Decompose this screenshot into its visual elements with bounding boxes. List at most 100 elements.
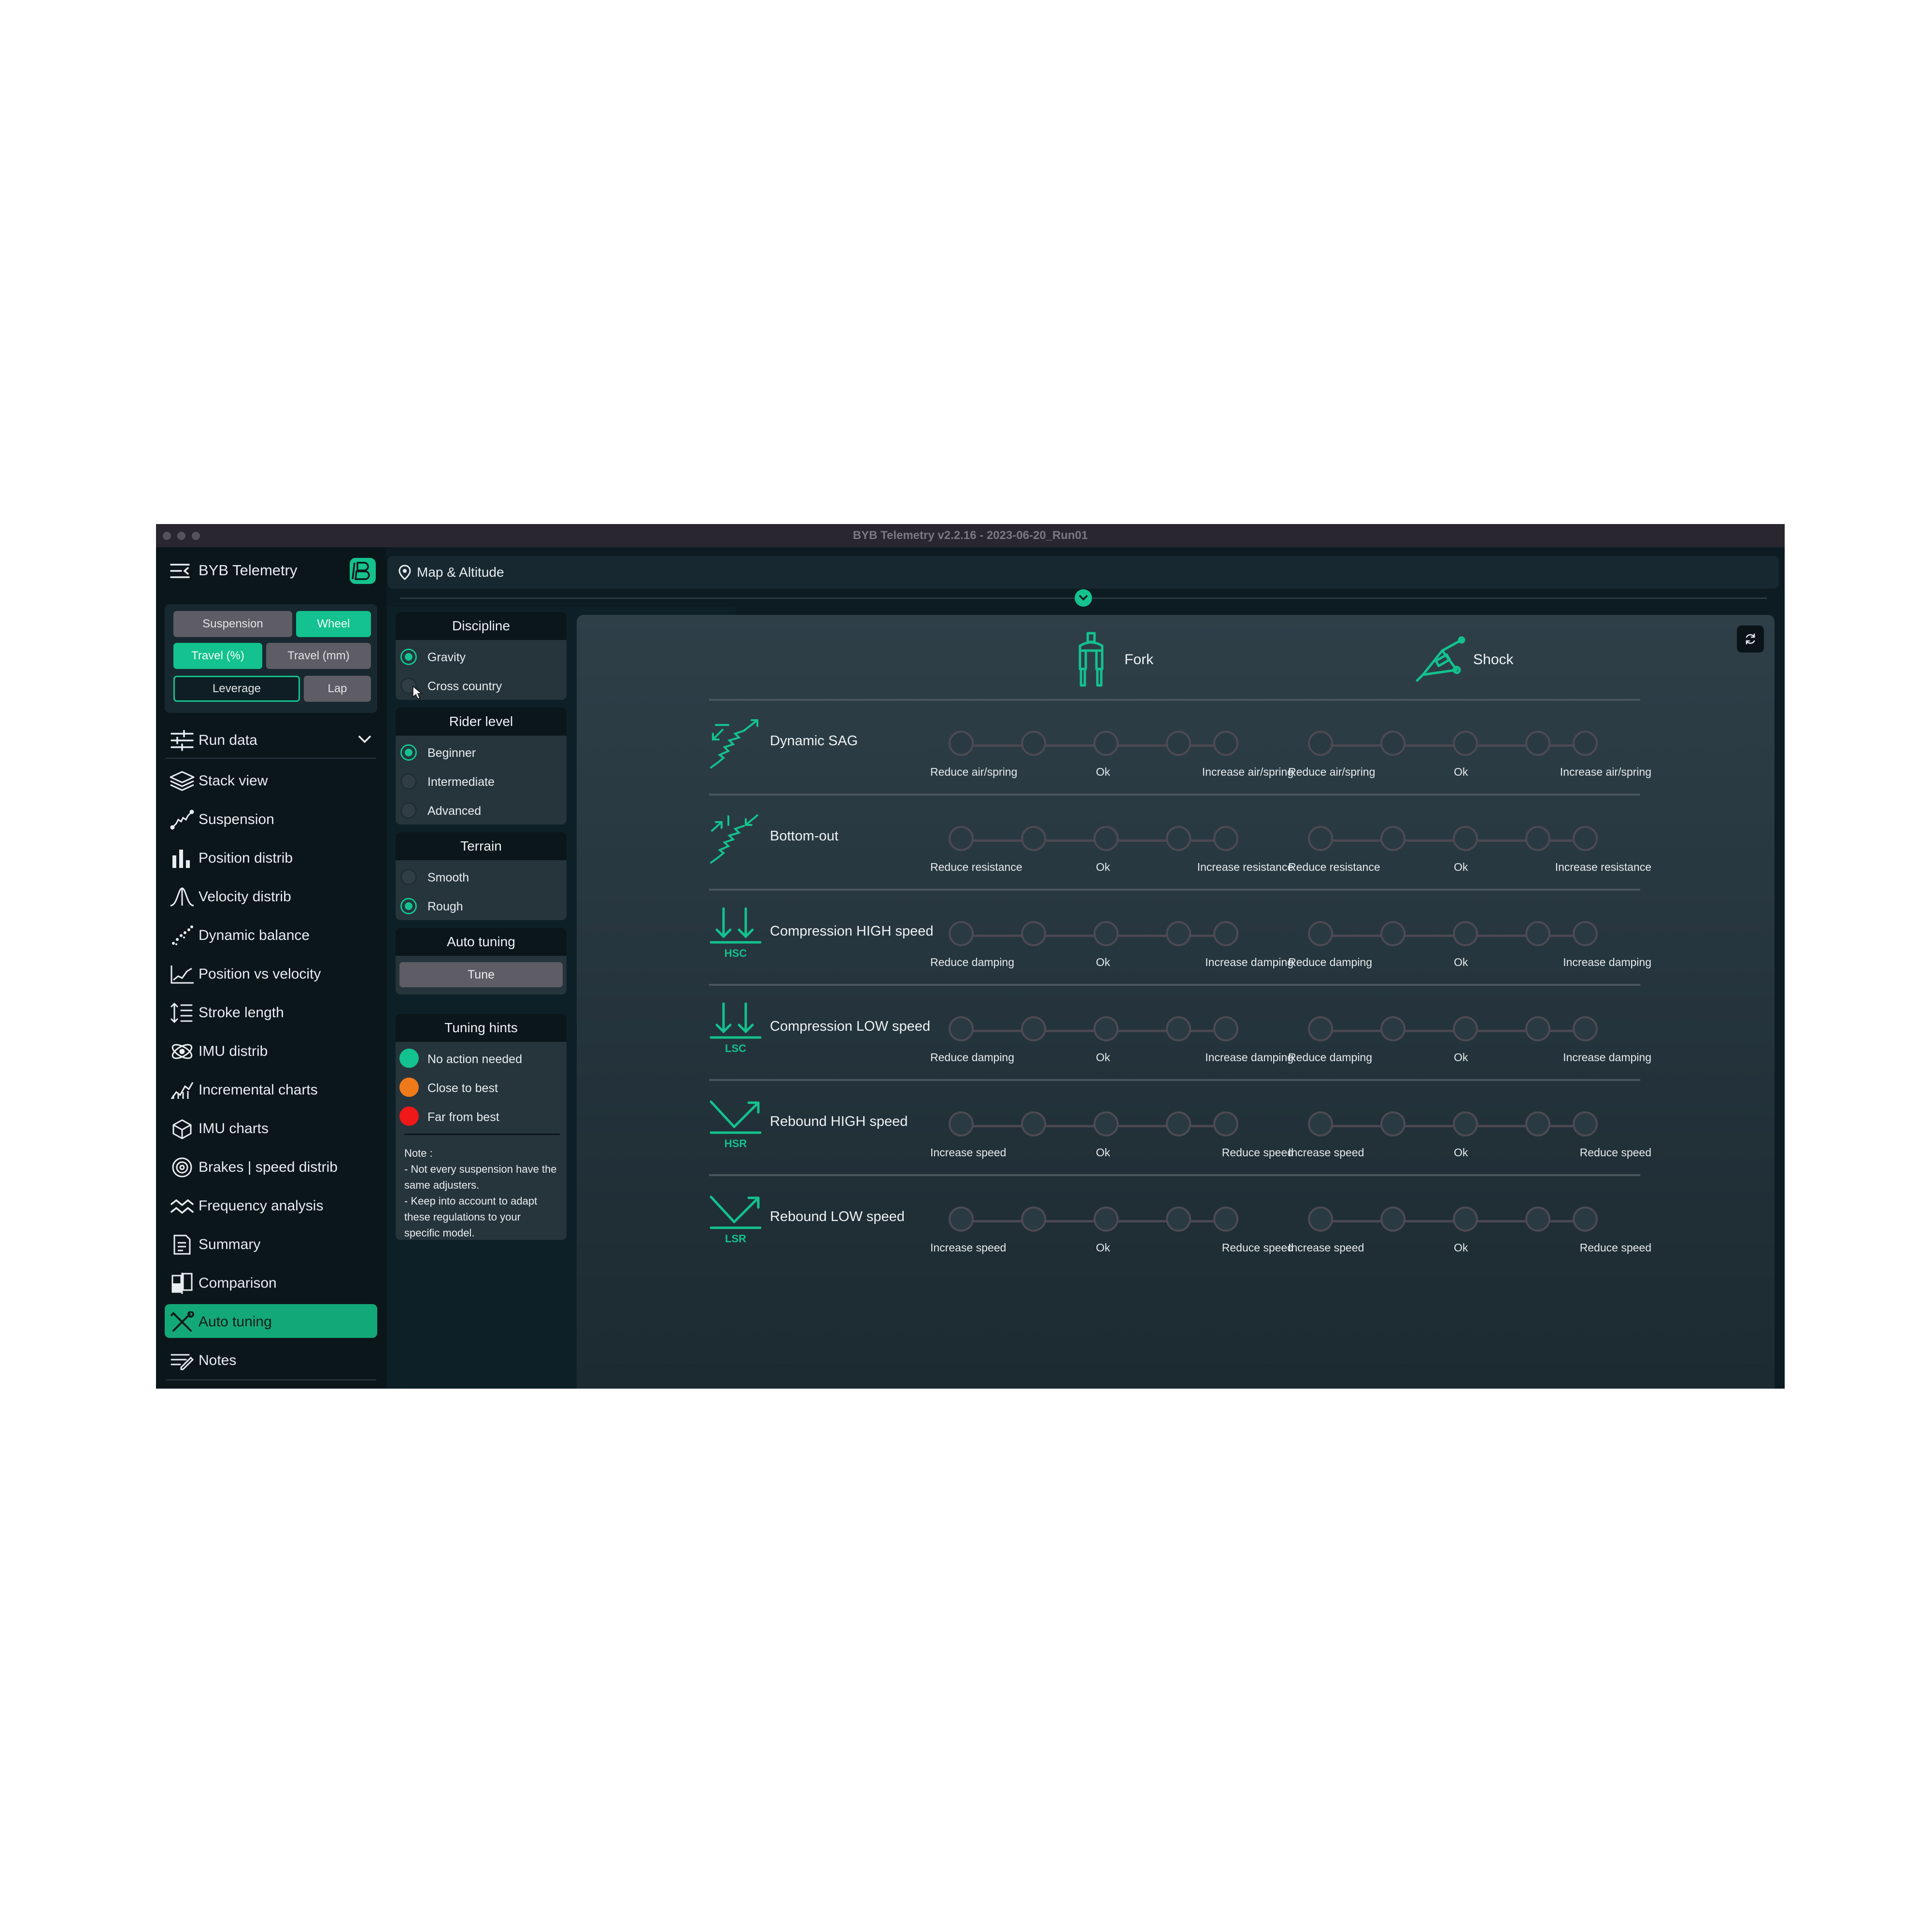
sidebar-item-imu-charts[interactable]: IMU charts bbox=[165, 1111, 377, 1145]
radio-beginner[interactable] bbox=[400, 744, 417, 761]
sidebar-item-position-vs-velocity[interactable]: Position vs velocity bbox=[165, 956, 377, 990]
sidebar-item-summary[interactable]: Summary bbox=[165, 1227, 377, 1261]
slider-step[interactable] bbox=[1213, 826, 1238, 851]
fork-slider[interactable] bbox=[949, 1111, 1238, 1140]
slider-step[interactable] bbox=[1021, 921, 1046, 946]
slider-step[interactable] bbox=[1380, 1207, 1406, 1232]
slider-step[interactable] bbox=[1380, 1016, 1406, 1041]
slider-step[interactable] bbox=[1213, 731, 1238, 756]
slider-step[interactable] bbox=[1094, 1207, 1119, 1232]
slider-step[interactable] bbox=[949, 1111, 974, 1136]
slider-step[interactable] bbox=[1021, 1111, 1046, 1136]
slider-step[interactable] bbox=[949, 1016, 974, 1041]
slider-step[interactable] bbox=[1453, 1016, 1478, 1041]
slider-step[interactable] bbox=[1525, 826, 1550, 851]
slider-step[interactable] bbox=[1525, 1016, 1550, 1041]
slider-step[interactable] bbox=[1021, 826, 1046, 851]
fork-slider[interactable] bbox=[949, 731, 1238, 760]
fork-slider[interactable] bbox=[949, 1016, 1238, 1045]
radio-smooth[interactable] bbox=[400, 869, 417, 885]
slider-step[interactable] bbox=[1573, 826, 1598, 851]
fork-slider[interactable] bbox=[949, 1207, 1238, 1236]
slider-step[interactable] bbox=[1166, 1207, 1191, 1232]
sidebar-item-comparison[interactable]: Comparison bbox=[165, 1265, 377, 1299]
slider-step[interactable] bbox=[1094, 826, 1119, 851]
slider-step[interactable] bbox=[1166, 826, 1191, 851]
slider-step[interactable] bbox=[1213, 1016, 1238, 1041]
slider-step[interactable] bbox=[1166, 921, 1191, 946]
radio-advanced[interactable] bbox=[400, 802, 417, 819]
slider-step[interactable] bbox=[1525, 921, 1550, 946]
slider-step[interactable] bbox=[1021, 1016, 1046, 1041]
menu-collapse-icon[interactable] bbox=[170, 563, 191, 579]
slider-step[interactable] bbox=[1525, 1207, 1550, 1232]
slider-step[interactable] bbox=[1213, 921, 1238, 946]
slider-step[interactable] bbox=[1166, 731, 1191, 756]
shock-slider[interactable] bbox=[1308, 921, 1598, 950]
slider-step[interactable] bbox=[1525, 1111, 1550, 1136]
shock-slider[interactable] bbox=[1308, 1111, 1598, 1140]
slider-step[interactable] bbox=[949, 921, 974, 946]
slider-step[interactable] bbox=[1573, 1016, 1598, 1041]
sidebar-item-auto-tuning[interactable]: Auto tuning bbox=[165, 1304, 377, 1338]
map-altitude-bar[interactable]: Map & Altitude bbox=[388, 556, 1779, 589]
lap-toggle-button[interactable]: Lap bbox=[304, 676, 371, 702]
fork-slider[interactable] bbox=[949, 826, 1238, 855]
slider-step[interactable] bbox=[1094, 731, 1119, 756]
shock-slider[interactable] bbox=[1308, 826, 1598, 855]
radio-gravity[interactable] bbox=[400, 649, 417, 665]
slider-step[interactable] bbox=[1308, 1207, 1333, 1232]
slider-step[interactable] bbox=[1380, 921, 1406, 946]
slider-step[interactable] bbox=[1308, 1111, 1333, 1136]
travel-percent-toggle-button[interactable]: Travel (%) bbox=[173, 643, 262, 669]
slider-step[interactable] bbox=[1308, 731, 1333, 756]
slider-step[interactable] bbox=[1380, 826, 1406, 851]
sidebar-item-suspension[interactable]: Suspension bbox=[165, 802, 377, 836]
sidebar-item-position-distrib[interactable]: Position distrib bbox=[165, 840, 377, 874]
slider-step[interactable] bbox=[1453, 1111, 1478, 1136]
slider-step[interactable] bbox=[1380, 731, 1406, 756]
slider-step[interactable] bbox=[1094, 1016, 1119, 1041]
slider-step[interactable] bbox=[1453, 1207, 1478, 1232]
slider-step[interactable] bbox=[1453, 731, 1478, 756]
slider-step[interactable] bbox=[949, 731, 974, 756]
radio-intermediate[interactable] bbox=[400, 773, 417, 790]
slider-step[interactable] bbox=[1094, 1111, 1119, 1136]
sidebar-item-dynamic-balance[interactable]: Dynamic balance bbox=[165, 918, 377, 952]
collapse-toggle[interactable] bbox=[1075, 589, 1092, 607]
slider-step[interactable] bbox=[949, 826, 974, 851]
slider-step[interactable] bbox=[1453, 921, 1478, 946]
sidebar-item-notes[interactable]: Notes bbox=[165, 1343, 377, 1377]
slider-step[interactable] bbox=[1308, 826, 1333, 851]
slider-step[interactable] bbox=[1213, 1207, 1238, 1232]
suspension-toggle-button[interactable]: Suspension bbox=[173, 611, 292, 637]
slider-step[interactable] bbox=[1573, 1207, 1598, 1232]
radio-rough[interactable] bbox=[400, 898, 417, 914]
slider-step[interactable] bbox=[1573, 1111, 1598, 1136]
travel-mm-toggle-button[interactable]: Travel (mm) bbox=[266, 643, 371, 669]
sidebar-item-velocity-distrib[interactable]: Velocity distrib bbox=[165, 879, 377, 913]
slider-step[interactable] bbox=[1021, 731, 1046, 756]
refresh-button[interactable] bbox=[1737, 625, 1764, 653]
slider-step[interactable] bbox=[1166, 1016, 1191, 1041]
slider-step[interactable] bbox=[1213, 1111, 1238, 1136]
slider-step[interactable] bbox=[1573, 921, 1598, 946]
fork-slider[interactable] bbox=[949, 921, 1238, 950]
slider-step[interactable] bbox=[949, 1207, 974, 1232]
sidebar-item-stack-view[interactable]: Stack view bbox=[165, 763, 377, 797]
slider-step[interactable] bbox=[1308, 1016, 1333, 1041]
shock-slider[interactable] bbox=[1308, 731, 1598, 760]
sidebar-item-frequency-analysis[interactable]: Frequency analysis bbox=[165, 1188, 377, 1222]
slider-step[interactable] bbox=[1166, 1111, 1191, 1136]
shock-slider[interactable] bbox=[1308, 1207, 1598, 1236]
slider-step[interactable] bbox=[1094, 921, 1119, 946]
sidebar-item-imu-distrib[interactable]: IMU distrib bbox=[165, 1034, 377, 1067]
shock-slider[interactable] bbox=[1308, 1016, 1598, 1045]
sidebar-item-brakes-speed-distrib[interactable]: Brakes | speed distrib bbox=[165, 1150, 377, 1183]
slider-step[interactable] bbox=[1308, 921, 1333, 946]
slider-step[interactable] bbox=[1573, 731, 1598, 756]
wheel-toggle-button[interactable]: Wheel bbox=[296, 611, 371, 637]
slider-step[interactable] bbox=[1021, 1207, 1046, 1232]
sidebar-item-incremental-charts[interactable]: Incremental charts bbox=[165, 1072, 377, 1106]
slider-step[interactable] bbox=[1453, 826, 1478, 851]
